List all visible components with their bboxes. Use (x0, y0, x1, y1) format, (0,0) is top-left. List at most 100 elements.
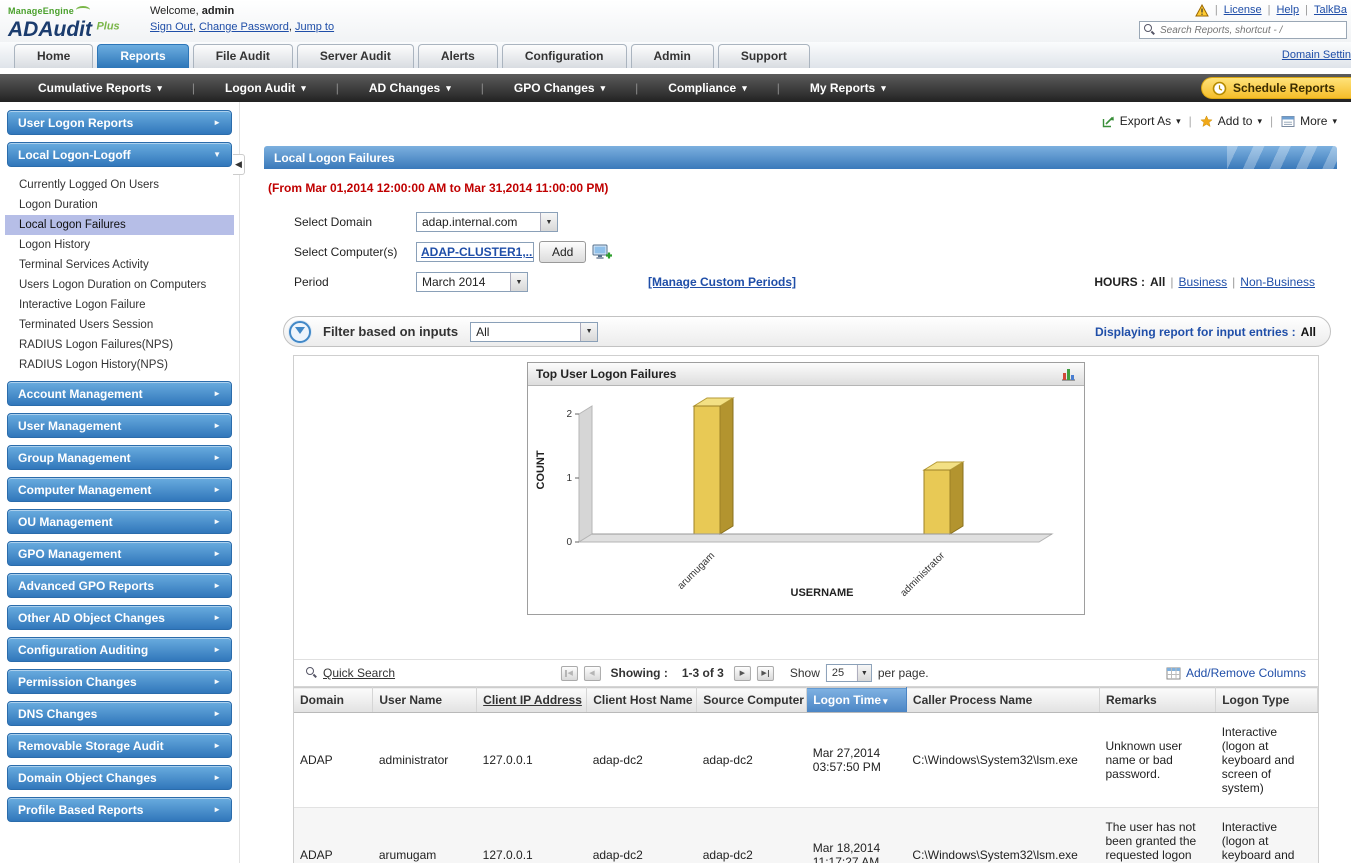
search-input[interactable] (1160, 25, 1342, 36)
sidebar-group-gpo-management[interactable]: GPO Management► (7, 541, 232, 566)
sidebar-group-permission-changes[interactable]: Permission Changes► (7, 669, 232, 694)
sidebar-group-removable-storage-audit[interactable]: Removable Storage Audit► (7, 733, 232, 758)
add-remove-columns[interactable]: Add/Remove Columns (1166, 666, 1306, 680)
select-computer-icon[interactable] (592, 244, 613, 261)
tab-reports[interactable]: Reports (97, 44, 188, 68)
quick-search[interactable]: Quick Search (306, 666, 395, 680)
sidebar-group-profile-based-reports[interactable]: Profile Based Reports► (7, 797, 232, 822)
link-change-password[interactable]: Change Password (199, 21, 289, 33)
menu-label: Compliance (668, 81, 736, 95)
col-logon-time[interactable]: Logon Time▾ (807, 688, 907, 713)
table-cell: ADAP (294, 808, 373, 863)
sidebar-item-logon-history[interactable]: Logon History (5, 235, 234, 255)
sidebar-item-local-logon-failures[interactable]: Local Logon Failures (5, 215, 234, 235)
prev-page-button[interactable]: ◀ (584, 666, 601, 681)
link-talkba[interactable]: TalkBa (1314, 4, 1347, 16)
tab-configuration[interactable]: Configuration (502, 44, 627, 68)
sidebar-item-terminated-users-session[interactable]: Terminated Users Session (5, 315, 234, 335)
search-icon (306, 667, 318, 679)
tab-admin[interactable]: Admin (631, 44, 714, 68)
sidebar-group-user-management[interactable]: User Management► (7, 413, 232, 438)
sidebar-collapse-handle[interactable]: ◀ (233, 154, 245, 175)
sidebar-group-local-logon-logoff[interactable]: Local Logon-Logoff▼ (7, 142, 232, 167)
computers-value: ADAP-CLUSTER1,... (421, 245, 534, 259)
sidebar-group-domain-object-changes[interactable]: Domain Object Changes► (7, 765, 232, 790)
more-button[interactable]: More ▾ (1281, 114, 1337, 128)
link-help[interactable]: Help (1276, 4, 1299, 16)
hours-business-link[interactable]: Business (1178, 275, 1227, 289)
schedule-reports-button[interactable]: Schedule Reports (1201, 77, 1351, 99)
showing-range: 1-3 of 3 (682, 666, 724, 680)
sidebar-group-advanced-gpo-reports[interactable]: Advanced GPO Reports► (7, 573, 232, 598)
last-page-button[interactable]: ▶ (757, 666, 774, 681)
sidebar-item-users-logon-duration-on-computers[interactable]: Users Logon Duration on Computers (5, 275, 234, 295)
col-logon-type[interactable]: Logon Type (1216, 688, 1318, 713)
hours-non-business-link[interactable]: Non-Business (1240, 275, 1315, 289)
welcome-username: admin (202, 5, 234, 17)
sidebar-group-configuration-auditing[interactable]: Configuration Auditing► (7, 637, 232, 662)
report-search-box[interactable] (1139, 21, 1347, 39)
tab-file-audit[interactable]: File Audit (193, 44, 293, 68)
col-remarks[interactable]: Remarks (1099, 688, 1215, 713)
chevron-down-icon: ▼ (510, 273, 527, 291)
warning-icon[interactable] (1195, 4, 1209, 17)
tab-home[interactable]: Home (14, 44, 93, 68)
filter-select-value: All (476, 325, 513, 339)
sidebar-item-radius-logon-failures-nps[interactable]: RADIUS Logon Failures(NPS) (5, 335, 234, 355)
period-select[interactable]: March 2014 ▼ (416, 272, 528, 292)
sidebar-group-other-ad-object-changes[interactable]: Other AD Object Changes► (7, 605, 232, 630)
manage-custom-periods-link[interactable]: [Manage Custom Periods] (648, 275, 796, 289)
sidebar-group-dns-changes[interactable]: DNS Changes► (7, 701, 232, 726)
col-client-ip-address[interactable]: Client IP Address (477, 688, 587, 713)
sidebar-item-currently-logged-on-users[interactable]: Currently Logged On Users (5, 175, 234, 195)
sidebar-item-interactive-logon-failure[interactable]: Interactive Logon Failure (5, 295, 234, 315)
prev-icon: ◀ (589, 669, 594, 677)
chart-type-icon[interactable] (1061, 367, 1076, 381)
domain-settings-link[interactable]: Domain Settin (1282, 49, 1351, 61)
filter-select[interactable]: All ▼ (470, 322, 598, 342)
export-as-button[interactable]: Export As ▾ (1102, 114, 1181, 128)
add-computer-button[interactable]: Add (539, 241, 586, 263)
menu-gpo-changes[interactable]: GPO Changes▾ (484, 81, 635, 95)
sidebar-group-ou-management[interactable]: OU Management► (7, 509, 232, 534)
sidebar-item-terminal-services-activity[interactable]: Terminal Services Activity (5, 255, 234, 275)
sidebar-group-user-logon-reports[interactable]: User Logon Reports► (7, 110, 232, 135)
link-license[interactable]: License (1224, 4, 1262, 16)
menu-my-reports[interactable]: My Reports▾ (780, 81, 916, 95)
table-cell: The user has not been granted the reques… (1099, 808, 1215, 863)
col-domain[interactable]: Domain (294, 688, 373, 713)
menu-compliance[interactable]: Compliance▾ (638, 81, 777, 95)
first-page-button[interactable]: ◀ (561, 666, 578, 681)
toolbar-separator: | (1189, 114, 1192, 128)
table-cell: 127.0.0.1 (477, 808, 587, 863)
menu-ad-changes[interactable]: AD Changes▾ (339, 81, 481, 95)
sidebar-item-logon-duration[interactable]: Logon Duration (5, 195, 234, 215)
report-title: Local Logon Failures (274, 151, 395, 165)
sidebar-group-account-management[interactable]: Account Management► (7, 381, 232, 406)
next-page-button[interactable]: ▶ (734, 666, 751, 681)
caret-down-icon: ▾ (881, 83, 886, 94)
tab-support[interactable]: Support (718, 44, 810, 68)
sidebar-group-computer-management[interactable]: Computer Management► (7, 477, 232, 502)
last-page-icon (768, 670, 770, 677)
col-user-name[interactable]: User Name (373, 688, 477, 713)
add-to-button[interactable]: Add to ▾ (1200, 114, 1262, 128)
menu-cumulative-reports[interactable]: Cumulative Reports▾ (8, 81, 192, 95)
hours-selector: HOURS : All | Business | Non-Business (1094, 275, 1315, 289)
col-source-computer[interactable]: Source Computer (697, 688, 807, 713)
tab-alerts[interactable]: Alerts (418, 44, 498, 68)
tab-server-audit[interactable]: Server Audit (297, 44, 414, 68)
domain-select[interactable]: adap.internal.com ▼ (416, 212, 558, 232)
sidebar-item-radius-logon-history-nps[interactable]: RADIUS Logon History(NPS) (5, 355, 234, 375)
col-caller-process-name[interactable]: Caller Process Name (906, 688, 1099, 713)
link-jump-to[interactable]: Jump to (295, 21, 334, 33)
col-client-host-name[interactable]: Client Host Name (587, 688, 697, 713)
brand-logo[interactable]: ManageEngine ADAudit Plus (0, 0, 150, 42)
link-sign-out[interactable]: Sign Out (150, 21, 193, 33)
menu-logon-audit[interactable]: Logon Audit▾ (195, 81, 336, 95)
page-size-select[interactable]: 25 ▼ (826, 664, 872, 682)
sidebar-group-label: Computer Management (18, 483, 151, 497)
sidebar-group-label: Domain Object Changes (18, 771, 157, 785)
sidebar-group-group-management[interactable]: Group Management► (7, 445, 232, 470)
computers-input[interactable]: ADAP-CLUSTER1,... (416, 242, 534, 262)
